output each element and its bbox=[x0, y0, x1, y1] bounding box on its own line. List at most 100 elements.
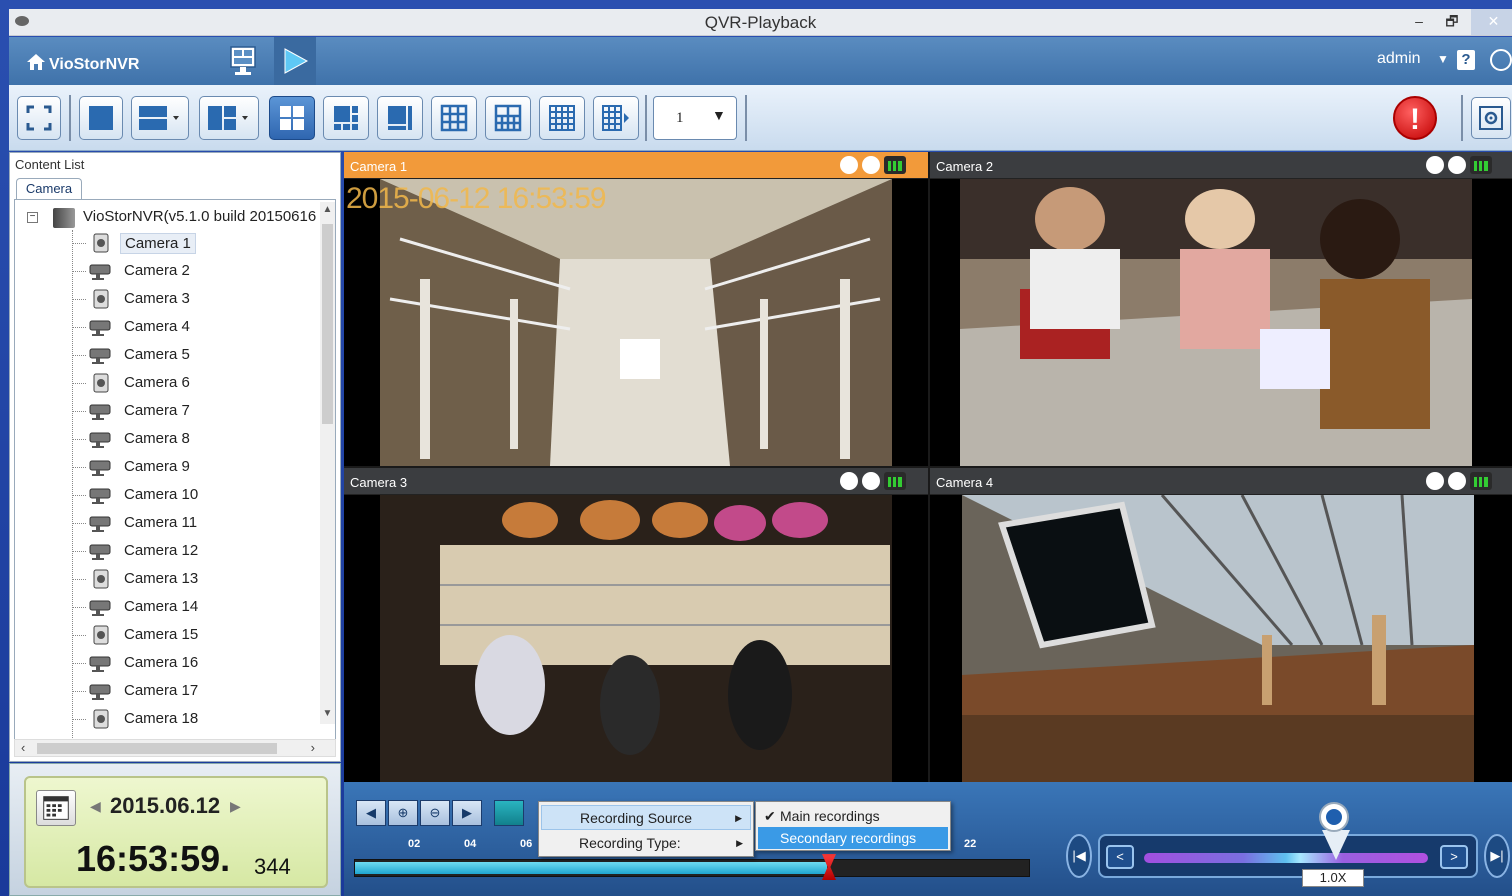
layout-16-button[interactable] bbox=[539, 96, 585, 140]
camera-list-item[interactable]: Camera 3 bbox=[72, 286, 322, 312]
camera-list-item[interactable]: Camera 17 bbox=[72, 678, 322, 704]
filter-icon[interactable] bbox=[494, 800, 524, 826]
timeline-prev-button[interactable]: ◀ bbox=[356, 800, 386, 826]
timeline-bar[interactable] bbox=[354, 859, 1030, 877]
camera-list-item[interactable]: Camera 16 bbox=[72, 650, 322, 676]
video-cell-1[interactable]: Camera 1 2015-06-12 16:53:59 bbox=[344, 152, 928, 466]
camera-label: Camera 1 bbox=[120, 233, 196, 254]
scroll-thumb[interactable] bbox=[37, 743, 277, 754]
camera-list-item[interactable]: Camera 1 bbox=[72, 230, 322, 256]
skip-end-icon[interactable]: ▶| bbox=[1484, 834, 1510, 878]
camera-list-item[interactable]: Camera 12 bbox=[72, 538, 322, 564]
scroll-right-icon[interactable]: › bbox=[311, 740, 315, 755]
play-icon[interactable] bbox=[862, 472, 880, 490]
vertical-scrollbar[interactable]: ▲ ▼ bbox=[320, 202, 335, 724]
bullet-camera-icon bbox=[88, 485, 114, 505]
speed-label: 1.0X bbox=[1302, 869, 1364, 887]
settings-icon bbox=[1479, 106, 1503, 130]
scroll-down-icon[interactable]: ▼ bbox=[321, 708, 334, 722]
video-cell-2[interactable]: Camera 2 bbox=[930, 152, 1512, 466]
fullscreen-button[interactable] bbox=[17, 96, 61, 140]
layout-more-button[interactable] bbox=[593, 96, 639, 140]
camera-list-item[interactable]: Camera 9 bbox=[72, 454, 322, 480]
tree-line bbox=[72, 271, 86, 272]
ptz-icon[interactable] bbox=[840, 472, 858, 490]
page-select[interactable]: 1 ▼ bbox=[653, 96, 737, 140]
speed-knob[interactable] bbox=[1319, 802, 1349, 832]
zoom-in-icon[interactable]: ⊕ bbox=[388, 800, 418, 826]
menu-item-recording-type[interactable]: Recording Type: ▶ bbox=[541, 831, 751, 856]
camera-list-item[interactable]: Camera 14 bbox=[72, 594, 322, 620]
timeline-next-button[interactable]: ▶ bbox=[452, 800, 482, 826]
play-icon[interactable] bbox=[862, 156, 880, 174]
monitor-icon[interactable] bbox=[223, 42, 263, 80]
camera-list-item[interactable]: Camera 10 bbox=[72, 482, 322, 508]
hour-label: 04 bbox=[464, 838, 477, 850]
camera-label: Camera 9 bbox=[124, 458, 190, 475]
scroll-thumb[interactable] bbox=[322, 224, 333, 424]
layout-8-button[interactable] bbox=[377, 96, 423, 140]
horizontal-scrollbar[interactable]: ‹ › bbox=[14, 739, 336, 757]
layout-9-button[interactable] bbox=[431, 96, 477, 140]
globe-icon[interactable] bbox=[1490, 49, 1512, 71]
play-icon[interactable] bbox=[1448, 156, 1466, 174]
help-icon[interactable]: ? bbox=[1457, 50, 1475, 70]
layout-4-button[interactable] bbox=[269, 96, 315, 140]
scroll-left-icon[interactable]: ‹ bbox=[21, 740, 25, 755]
layout-10-button[interactable] bbox=[485, 96, 531, 140]
chevron-down-icon[interactable]: ▼ bbox=[1437, 52, 1449, 66]
layout-quad-icon bbox=[280, 106, 304, 130]
user-menu[interactable]: admin bbox=[1377, 50, 1421, 68]
speed-up-button[interactable]: > bbox=[1440, 845, 1468, 869]
camera-list-item[interactable]: Camera 7 bbox=[72, 398, 322, 424]
restore-button[interactable]: 🗗 bbox=[1437, 9, 1467, 35]
prev-date-icon[interactable]: ◀ bbox=[90, 798, 101, 815]
cell-title: Camera 2 bbox=[936, 159, 994, 174]
next-date-icon[interactable]: ▶ bbox=[230, 798, 241, 815]
home-icon[interactable] bbox=[27, 54, 45, 70]
playback-tab[interactable] bbox=[274, 37, 316, 85]
menu-item-secondary-recordings[interactable]: Secondary recordings bbox=[758, 827, 948, 849]
settings-button[interactable] bbox=[1471, 97, 1511, 139]
zoom-out-icon[interactable]: ⊖ bbox=[420, 800, 450, 826]
menu-item-recording-source[interactable]: Recording Source ▶ bbox=[541, 805, 751, 830]
checkout-counter-image bbox=[960, 179, 1472, 466]
camera-label: Camera 5 bbox=[124, 346, 190, 363]
play-icon[interactable] bbox=[1448, 472, 1466, 490]
video-grid: Camera 1 2015-06-12 16:53:59 Camera 2 Ca… bbox=[344, 152, 1512, 782]
camera-list-item[interactable]: Camera 18 bbox=[72, 706, 322, 732]
camera-list-item[interactable]: Camera 4 bbox=[72, 314, 322, 340]
close-button[interactable]: ✕ bbox=[1471, 9, 1512, 35]
ptz-icon[interactable] bbox=[1426, 472, 1444, 490]
speed-slider-frame: < > bbox=[1098, 834, 1478, 878]
cell-controls bbox=[1426, 472, 1496, 490]
calendar-icon[interactable] bbox=[36, 790, 76, 826]
alert-icon[interactable]: ! bbox=[1393, 96, 1437, 140]
speed-down-button[interactable]: < bbox=[1106, 845, 1134, 869]
camera-list-item[interactable]: Camera 15 bbox=[72, 622, 322, 648]
ptz-icon[interactable] bbox=[840, 156, 858, 174]
camera-list-item[interactable]: Camera 11 bbox=[72, 510, 322, 536]
layout-6-button[interactable] bbox=[323, 96, 369, 140]
scroll-up-icon[interactable]: ▲ bbox=[321, 204, 334, 218]
minimize-button[interactable]: – bbox=[1404, 9, 1434, 35]
layout-1-button[interactable] bbox=[79, 96, 123, 140]
layout-3-dropdown[interactable] bbox=[199, 96, 259, 140]
ptz-icon[interactable] bbox=[1426, 156, 1444, 174]
skip-start-icon[interactable]: |◀ bbox=[1066, 834, 1092, 878]
menu-item-main-recordings[interactable]: ✔ Main recordings bbox=[758, 805, 948, 827]
brand-label[interactable]: VioStorNVR bbox=[49, 56, 139, 74]
video-cell-3[interactable]: Camera 3 bbox=[344, 468, 928, 782]
camera-list-item[interactable]: Camera 8 bbox=[72, 426, 322, 452]
cell-header: Camera 2 bbox=[930, 152, 1512, 179]
camera-list-item[interactable]: Camera 2 bbox=[72, 258, 322, 284]
collapse-icon[interactable]: − bbox=[27, 212, 38, 223]
speed-slider-track[interactable] bbox=[1144, 853, 1428, 863]
mall-atrium-image bbox=[380, 179, 892, 466]
video-cell-4[interactable]: Camera 4 bbox=[930, 468, 1512, 782]
camera-list-item[interactable]: Camera 13 bbox=[72, 566, 322, 592]
camera-list-item[interactable]: Camera 6 bbox=[72, 370, 322, 396]
layout-2-dropdown[interactable] bbox=[131, 96, 189, 140]
camera-list-item[interactable]: Camera 5 bbox=[72, 342, 322, 368]
tab-camera[interactable]: Camera bbox=[16, 178, 82, 200]
